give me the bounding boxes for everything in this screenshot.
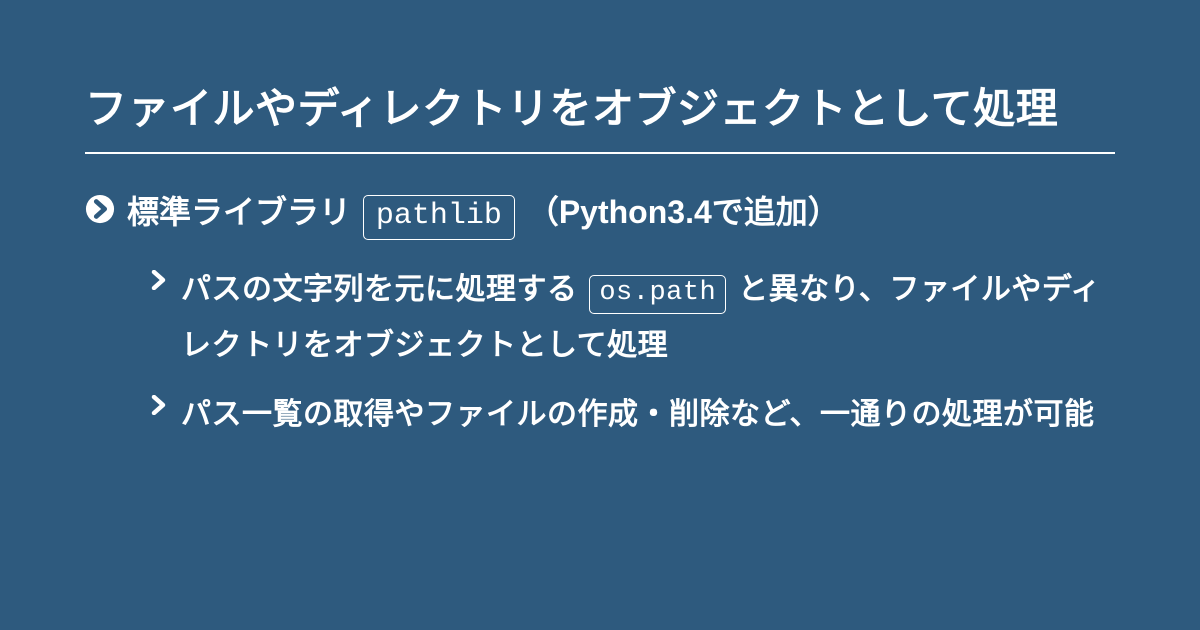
bullet-sub-1: パスの文字列を元に処理する os.path と異なり、ファイルやディレクトリをオ…	[149, 262, 1115, 373]
bullet-sub-1-text: パスの文字列を元に処理する os.path と異なり、ファイルやディレクトリをオ…	[181, 262, 1115, 373]
bullet-sub-2-text: パス一覧の取得やファイルの作成・削除など、一通りの処理が可能	[181, 387, 1095, 443]
bullet-main-text: 標準ライブラリ pathlib （Python3.4で追加）	[127, 190, 840, 240]
chevron-right-icon	[149, 270, 169, 290]
chevron-right-icon	[149, 395, 169, 415]
bullet-main-suffix: （Python3.4で追加）	[518, 194, 840, 230]
bullet-sub-1-prefix: パスの文字列を元に処理する	[181, 273, 586, 306]
bullet-main-prefix: 標準ライブラリ	[127, 194, 360, 230]
slide-title: ファイルやディレクトリをオブジェクトとして処理	[85, 75, 1115, 154]
code-ospath: os.path	[589, 275, 726, 314]
bullet-sub-2: パス一覧の取得やファイルの作成・削除など、一通りの処理が可能	[149, 387, 1115, 443]
bullet-main: 標準ライブラリ pathlib （Python3.4で追加）	[85, 190, 1115, 240]
code-pathlib: pathlib	[363, 195, 515, 240]
chevron-circle-right-icon	[85, 194, 115, 224]
